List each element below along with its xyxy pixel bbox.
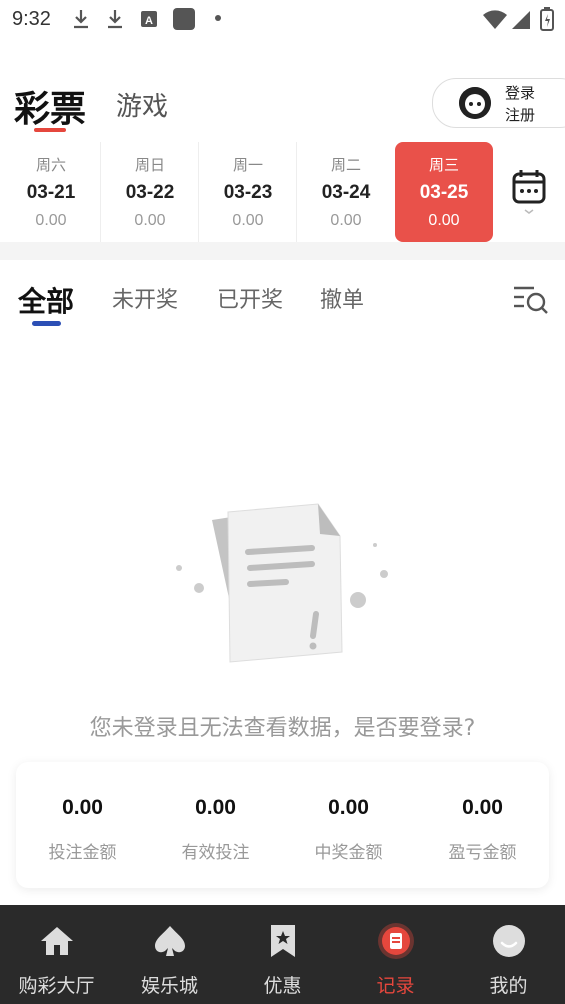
summary-value: 0.00 [62,796,103,819]
nav-label: 娱乐城 [140,975,198,997]
date-value: 03-22 [125,182,175,203]
filter-tab-drawn[interactable]: 已开奖 [217,282,283,314]
filter-tabs: 全部 未开奖 已开奖 撤单 [0,260,565,340]
app-notification-icon: A [141,11,157,27]
login-label: 登录 [505,84,536,102]
date-value: 03-23 [223,182,273,203]
nav-lottery-hall[interactable]: 购彩大厅 [0,905,113,1004]
more-notifications-icon [215,15,221,21]
login-register-button[interactable]: 登录 注册 [432,78,565,128]
section-divider [0,242,565,260]
summary-label: 有效投注 [181,843,250,863]
signal-icon [512,11,530,29]
spade-icon [155,926,185,956]
summary-valid-bet: 0.00 有效投注 [149,762,282,888]
summary-value: 0.00 [462,796,503,819]
wifi-icon [483,10,507,29]
avatar-icon [459,87,491,119]
search-list-icon[interactable] [512,284,550,316]
nav-label: 记录 [376,975,415,997]
nav-label: 我的 [489,975,528,997]
bottom-nav: 购彩大厅 娱乐城 优惠 记录 我的 [0,905,565,1004]
nav-casino[interactable]: 娱乐城 [113,905,226,1004]
date-amount: 0.00 [330,212,362,229]
date-weekday: 周二 [330,156,361,174]
date-weekday: 周日 [134,156,165,174]
download-icon [74,10,88,29]
date-item-selected[interactable]: 周三 03-25 0.00 [395,142,493,242]
nav-records[interactable]: 记录 [339,905,452,1004]
tab-game[interactable]: 游戏 [116,86,168,123]
date-item[interactable]: 周一 03-23 0.00 [198,142,297,242]
summary-value: 0.00 [195,796,236,819]
status-time: 9:32 [12,8,51,30]
status-bar: 9:32 A [0,0,565,40]
summary-profit-loss: 0.00 盈亏金额 [416,762,549,888]
summary-label: 盈亏金额 [448,843,517,863]
summary-value: 0.00 [328,796,369,819]
date-selector: 周六 03-21 0.00 周日 03-22 0.00 周一 03-23 0.0… [0,142,565,242]
nav-profile[interactable]: 我的 [452,905,565,1004]
date-item[interactable]: 周日 03-22 0.00 [100,142,199,242]
date-item[interactable]: 周二 03-24 0.00 [296,142,395,242]
date-value: 03-25 [419,182,469,203]
app-notification-icon [173,8,195,30]
date-amount: 0.00 [35,212,67,229]
date-item[interactable]: 周六 03-21 0.00 [2,142,100,242]
date-value: 03-24 [321,182,371,203]
home-icon [41,927,73,955]
filter-tab-all[interactable]: 全部 [18,280,74,320]
date-weekday: 周六 [35,156,66,174]
calendar-icon[interactable] [508,168,550,218]
bookmark-star-icon [271,925,295,957]
record-icon [378,923,414,959]
summary-label: 中奖金额 [314,843,383,863]
svg-text:A: A [145,15,153,27]
filter-tab-underline [32,321,61,326]
summary-label: 投注金额 [48,843,117,863]
nav-label: 优惠 [263,975,302,997]
summary-card: 0.00 投注金额 0.00 有效投注 0.00 中奖金额 0.00 盈亏金额 [16,762,549,888]
date-amount: 0.00 [428,212,460,229]
date-weekday: 周三 [428,156,459,174]
filter-tab-cancelled[interactable]: 撤单 [320,282,364,314]
date-value: 03-21 [26,182,76,203]
nav-label: 购彩大厅 [18,975,95,997]
filter-tab-pending[interactable]: 未开奖 [112,282,178,314]
summary-bet-amount: 0.00 投注金额 [16,762,149,888]
empty-document-illustration [176,503,388,663]
top-header: 彩票 游戏 登录 注册 [0,70,565,140]
empty-state-message[interactable]: 您未登录且无法查看数据，是否要登录? [0,710,565,742]
profile-icon [493,925,525,957]
summary-win-amount: 0.00 中奖金额 [282,762,415,888]
date-amount: 0.00 [134,212,166,229]
tab-lottery[interactable]: 彩票 [14,80,86,132]
date-amount: 0.00 [232,212,264,229]
nav-promotions[interactable]: 优惠 [226,905,339,1004]
battery-icon [540,7,554,31]
register-label: 注册 [505,106,536,124]
date-weekday: 周一 [232,156,263,174]
tab-lottery-underline [34,128,66,132]
download-icon [108,10,122,29]
